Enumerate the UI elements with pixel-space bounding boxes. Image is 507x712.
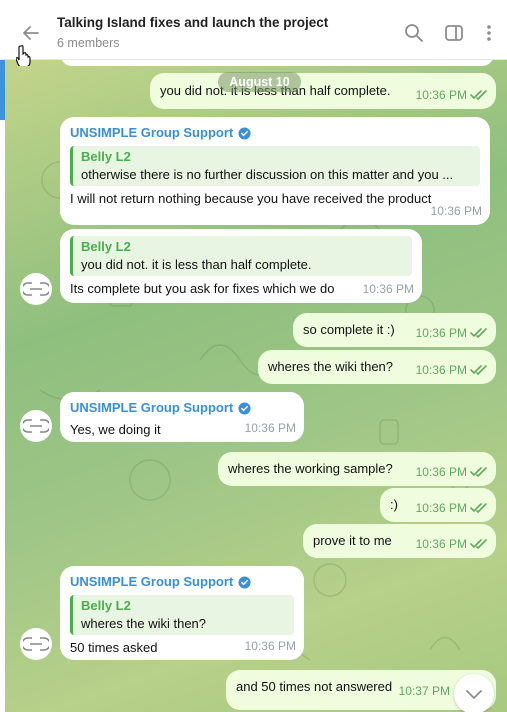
chevron-down-icon — [466, 690, 482, 699]
quote-author: Belly L2 — [81, 149, 131, 164]
avatar[interactable] — [20, 273, 52, 305]
sidebar-toggle-icon — [445, 25, 463, 41]
avatar[interactable] — [20, 628, 52, 660]
message-meta: 10:37 PM — [399, 682, 450, 700]
message-time: 10:37 PM — [398, 684, 450, 698]
message-bubble-outgoing[interactable]: :) 10:36 PM — [380, 488, 496, 522]
message-text: I will not return nothing because you ha… — [70, 191, 432, 206]
scroll-to-bottom-button[interactable] — [454, 674, 494, 712]
message-meta: 10:36 PM — [416, 535, 488, 553]
message-meta: 10:36 PM — [363, 280, 414, 298]
message-meta: 10:36 PM — [245, 637, 296, 655]
sender-name[interactable]: UNSIMPLE Group Support — [70, 573, 294, 591]
sidebar-toggle-button[interactable] — [443, 22, 465, 44]
reply-quote[interactable]: Belly L2 otherwise there is no further d… — [70, 146, 480, 186]
message-meta: 10:36 PM — [416, 86, 488, 104]
message-meta: 10:36 PM — [416, 463, 488, 481]
message-bubble-outgoing[interactable]: prove it to me 10:36 PM — [303, 524, 496, 558]
message-meta: 10:36 PM — [416, 499, 488, 517]
message-time: 10:36 PM — [415, 88, 467, 102]
message-meta: 10:36 PM — [416, 324, 488, 342]
unsimple-logo-icon — [23, 419, 49, 433]
quote-author: Belly L2 — [81, 598, 131, 613]
message-bubble-incoming[interactable]: UNSIMPLE Group Support Yes, we doing it … — [60, 392, 304, 442]
message-bubble-incoming[interactable]: UNSIMPLE Group Support Belly L2 otherwis… — [60, 117, 490, 225]
message-time: 10:36 PM — [415, 326, 467, 340]
sender-name[interactable]: UNSIMPLE Group Support — [70, 399, 294, 417]
quote-text: you did not. it is less than half comple… — [81, 257, 312, 272]
message-bubble-incoming[interactable]: UNSIMPLE Group Support Belly L2 wheres t… — [60, 566, 304, 660]
left-panel-edge — [0, 60, 5, 712]
message-bubble-outgoing[interactable]: you did not. it is less than half comple… — [150, 73, 496, 109]
message-bubble-outgoing[interactable]: wheres the working sample? 10:36 PM — [218, 452, 496, 486]
chat-title[interactable]: Talking Island fixes and launch the proj… — [57, 15, 328, 30]
message-time: 10:36 PM — [415, 537, 467, 551]
double-check-icon — [470, 503, 487, 514]
date-separator: August 10 — [218, 72, 301, 92]
double-check-icon — [470, 328, 487, 339]
back-arrow-icon — [23, 26, 39, 40]
member-count[interactable]: 6 members — [57, 36, 120, 50]
verified-badge-icon — [238, 126, 251, 140]
double-check-icon — [470, 539, 487, 550]
message-time: 10:36 PM — [415, 465, 467, 479]
quote-author: Belly L2 — [81, 239, 131, 254]
double-check-icon — [470, 467, 487, 478]
message-time: 10:36 PM — [415, 363, 467, 377]
double-check-icon — [470, 365, 487, 376]
double-check-icon — [470, 90, 487, 101]
reply-quote[interactable]: Belly L2 wheres the wiki then? — [70, 595, 294, 635]
verified-badge-icon — [238, 401, 251, 415]
hand-cursor-icon — [16, 45, 31, 66]
message-time: 10:36 PM — [362, 282, 414, 296]
verified-badge-icon — [238, 575, 251, 589]
unsimple-logo-icon — [23, 637, 49, 651]
message-bubble-outgoing[interactable]: wheres the wiki then? 10:36 PM — [258, 350, 496, 384]
more-options-button[interactable] — [478, 22, 500, 44]
message-time: 10:36 PM — [430, 204, 482, 218]
unsimple-logo-icon — [23, 282, 49, 296]
search-button[interactable] — [403, 22, 425, 44]
avatar[interactable] — [20, 410, 52, 442]
message-bubble-outgoing[interactable]: so complete it :) 10:36 PM — [293, 313, 496, 347]
more-vertical-icon — [487, 25, 491, 41]
message-time: 10:36 PM — [244, 639, 296, 653]
selection-indicator — [0, 60, 5, 120]
message-text: Its complete but you ask for fixes which… — [70, 281, 335, 296]
message-time: 10:36 PM — [244, 421, 296, 435]
sender-name[interactable]: UNSIMPLE Group Support — [70, 124, 480, 142]
reply-quote[interactable]: Belly L2 you did not. it is less than ha… — [70, 236, 412, 276]
search-icon — [405, 24, 423, 42]
message-bubble-incoming[interactable]: Belly L2 you did not. it is less than ha… — [60, 229, 422, 303]
message-meta: 10:36 PM — [416, 361, 488, 379]
chat-header: Talking Island fixes and launch the proj… — [0, 0, 507, 60]
quote-text: otherwise there is no further discussion… — [81, 167, 454, 182]
message-meta: 10:36 PM — [431, 202, 482, 220]
message-time: 10:36 PM — [415, 501, 467, 515]
back-button[interactable] — [18, 20, 44, 46]
message-meta: 10:36 PM — [245, 419, 296, 437]
quote-text: wheres the wiki then? — [81, 616, 207, 631]
